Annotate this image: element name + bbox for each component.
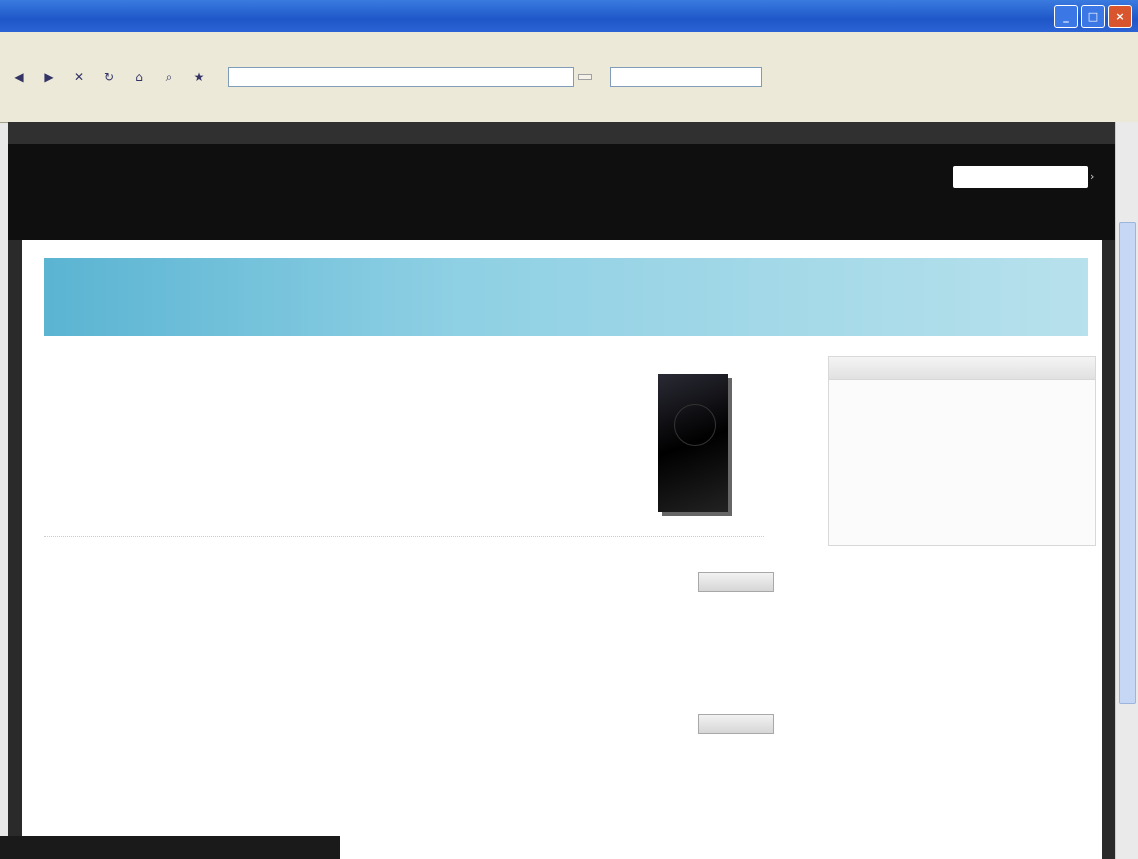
related-links-title (829, 357, 1095, 380)
maximize-button[interactable]: □ (1081, 5, 1105, 28)
download-row (44, 572, 774, 592)
vertical-scrollbar[interactable] (1115, 122, 1138, 859)
page-banner (44, 258, 1088, 336)
browser-toolbar: ◀ ▶ ✕ ↻ ⌂ ⌕ ★ (0, 56, 1138, 99)
downloads-section (44, 558, 774, 604)
site-logo[interactable] (32, 162, 132, 192)
refresh-icon[interactable]: ↻ (98, 66, 120, 88)
main-column (44, 356, 624, 376)
browser-viewport: › (8, 122, 1116, 859)
back-icon[interactable]: ◀ (8, 66, 30, 88)
site-header: › (8, 122, 1116, 240)
site-search-input[interactable] (953, 166, 1088, 188)
page-content (22, 240, 1102, 859)
menu-bar (0, 32, 1138, 56)
product-image (658, 374, 728, 512)
download-button[interactable] (698, 714, 774, 734)
toolbar-search-input[interactable] (610, 67, 762, 87)
address-bar[interactable] (228, 67, 574, 87)
favorites-icon[interactable]: ★ (188, 66, 210, 88)
scrollbar-thumb[interactable] (1119, 222, 1136, 704)
download-button[interactable] (698, 572, 774, 592)
status-bar (0, 836, 340, 859)
minimize-button[interactable]: _ (1054, 5, 1078, 28)
download-row (44, 714, 774, 734)
divider (44, 536, 764, 537)
window-controls: _ □ × (1054, 5, 1132, 28)
links-bar (0, 98, 1138, 123)
site-search-button[interactable]: › (1090, 170, 1094, 183)
window-titlebar: _ □ × (0, 0, 1138, 32)
home-icon[interactable]: ⌂ (128, 66, 150, 88)
search-icon[interactable]: ⌕ (158, 66, 180, 88)
forward-icon[interactable]: ▶ (38, 66, 60, 88)
related-links-box (828, 356, 1096, 546)
close-button[interactable]: × (1108, 5, 1132, 28)
go-button[interactable] (578, 74, 592, 80)
stop-icon[interactable]: ✕ (68, 66, 90, 88)
downloads-section-2 (44, 714, 774, 746)
